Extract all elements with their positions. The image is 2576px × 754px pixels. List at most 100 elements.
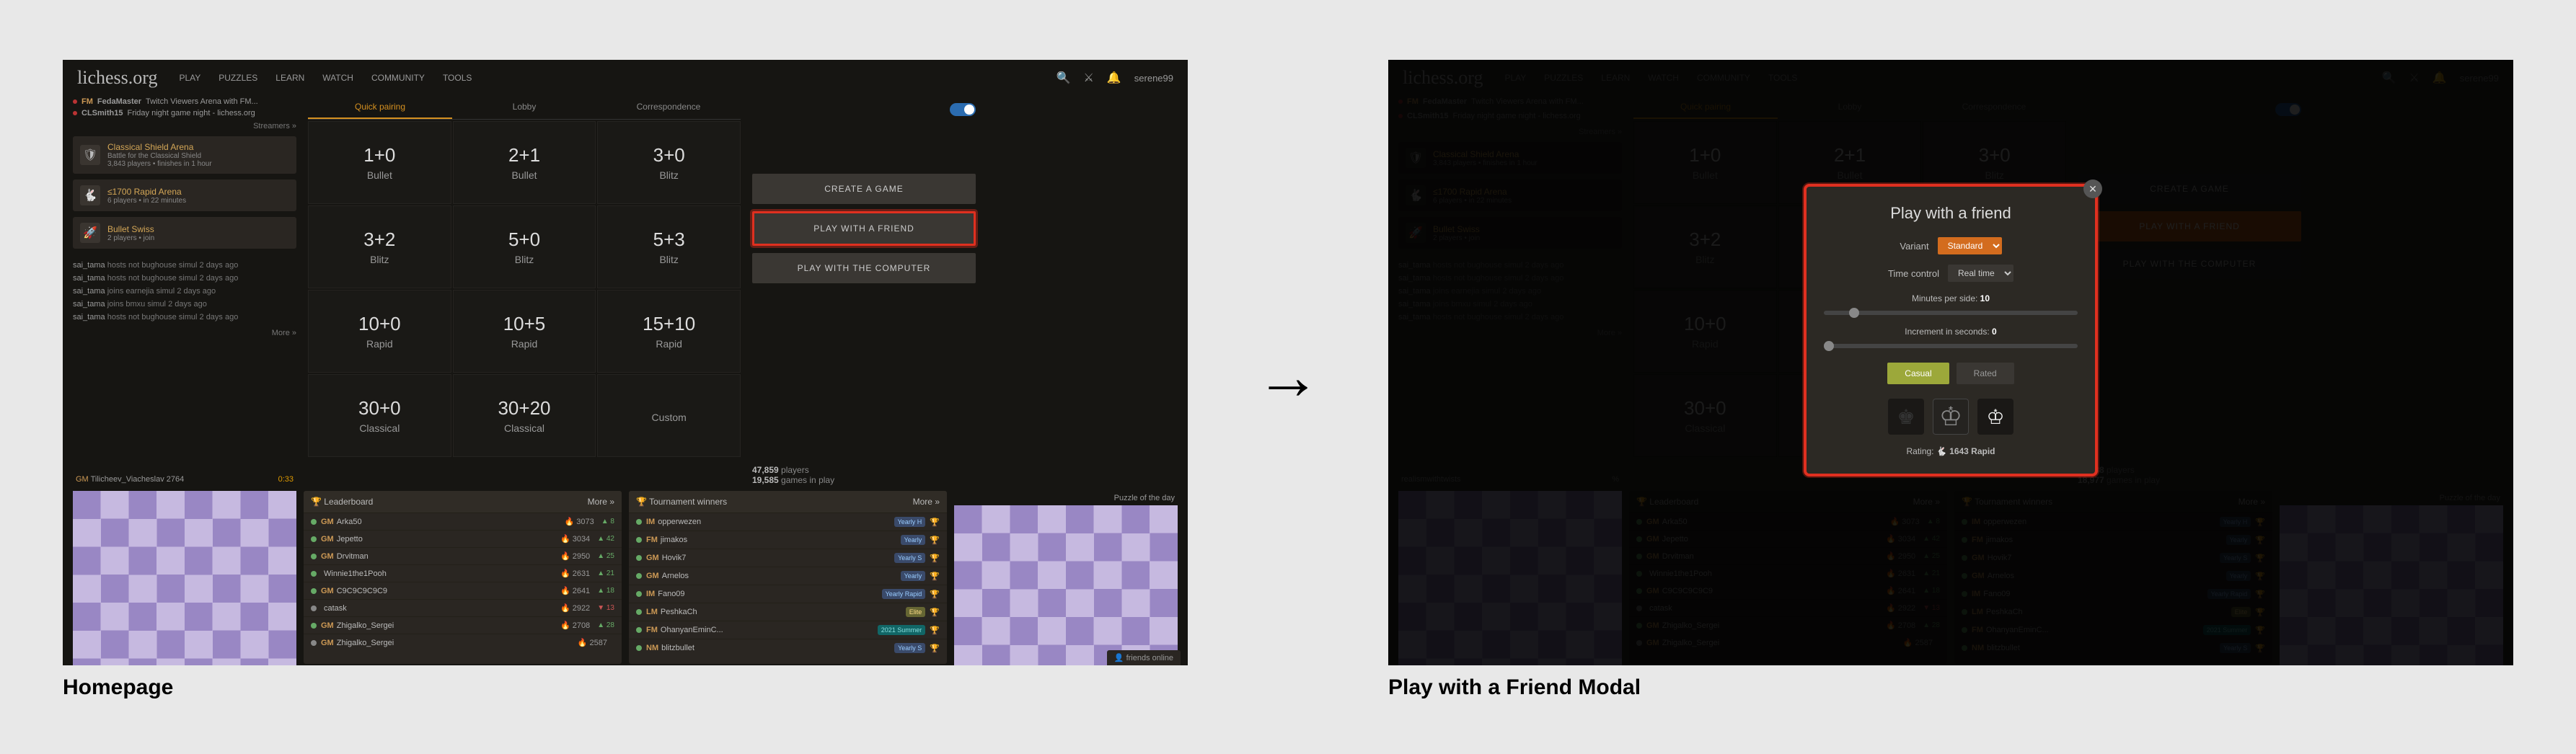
- main-nav: PLAY PUZZLES LEARN WATCH COMMUNITY TOOLS: [179, 73, 472, 83]
- leaderboard-row[interactable]: GMC9C9C9C9C9🔥 2641▲ 18: [304, 582, 622, 599]
- casual-button[interactable]: Casual: [1887, 363, 1949, 384]
- nav-watch[interactable]: WATCH: [322, 73, 353, 83]
- play-with-friend-button[interactable]: PLAY WITH A FRIEND: [752, 211, 976, 246]
- rocket-icon: 🚀: [80, 223, 100, 243]
- variant-select[interactable]: Standard: [1938, 237, 2002, 254]
- left-sidebar: FMFedaMaster Twitch Viewers Arena with F…: [73, 96, 296, 485]
- leaderboard-row[interactable]: catask🔥 2922▼ 13: [304, 599, 622, 616]
- username[interactable]: serene99: [1134, 73, 1173, 84]
- winner-row[interactable]: IMopperwezenYearly H🏆: [629, 513, 947, 531]
- site-stats: 47,859 players 19,585 games in play: [752, 465, 976, 485]
- leaderboard-row[interactable]: GMJepetto🔥 3034▲ 42: [304, 530, 622, 547]
- timeline-more[interactable]: More »: [73, 327, 296, 340]
- winner-row[interactable]: FMjimakosYearly🏆: [629, 531, 947, 549]
- pairing-cell[interactable]: 2+1Bullet: [453, 121, 596, 204]
- tournament-name: ≤1700 Rapid Arena: [107, 187, 186, 197]
- caption-left: Homepage: [63, 675, 1188, 700]
- increment-label: Increment in seconds: 0: [1824, 327, 2078, 337]
- tournament-desc: Battle for the Classical Shield: [107, 152, 212, 160]
- winner-row[interactable]: NMblitzbulletYearly S🏆: [629, 639, 947, 657]
- bell-icon[interactable]: 🔔: [1107, 71, 1121, 85]
- clock: 0:33: [278, 475, 294, 484]
- winner-row[interactable]: IMFano09Yearly Rapid🏆: [629, 585, 947, 603]
- pairing-cell[interactable]: 10+5Rapid: [453, 290, 596, 373]
- color-white-button[interactable]: ♔: [1977, 399, 2013, 435]
- nav-tools[interactable]: TOOLS: [443, 73, 472, 83]
- close-icon[interactable]: ✕: [2083, 179, 2102, 198]
- color-black-button[interactable]: ♚: [1888, 399, 1924, 435]
- increment-slider[interactable]: [1824, 344, 2078, 348]
- leaderboard-row[interactable]: GMZhigalko_Sergei🔥 2587: [304, 634, 622, 651]
- winner-row[interactable]: FMOhanyanEminC...2021 Summer🏆: [629, 621, 947, 639]
- quick-pairing-grid: 1+0Bullet2+1Bullet3+0Blitz 3+2Blitz5+0Bli…: [308, 121, 741, 457]
- center-lobby: Quick pairing Lobby Correspondence 1+0Bu…: [308, 96, 741, 485]
- featured-game[interactable]: GM Tilicheev_Viacheslav 27640:33: [73, 491, 296, 664]
- pairing-cell[interactable]: Custom: [597, 374, 741, 457]
- leaderboard-row[interactable]: GMDrvitman🔥 2950▲ 25: [304, 547, 622, 564]
- nav-puzzles[interactable]: PUZZLES: [219, 73, 257, 83]
- leaderboard-box: 🏆 LeaderboardMore » GMArka50🔥 3073▲ 8GMJ…: [304, 491, 622, 664]
- leaderboard-row[interactable]: GMZhigalko_Sergei🔥 2708▲ 28: [304, 616, 622, 634]
- timeline-item[interactable]: sai_tama joins bmxu simul 2 days ago: [73, 298, 296, 311]
- sound-toggle[interactable]: [950, 103, 976, 116]
- right-sidebar: CREATE A GAME PLAY WITH A FRIEND PLAY WI…: [752, 96, 976, 485]
- timeline-item[interactable]: sai_tama hosts not bughouse simul 2 days…: [73, 259, 296, 272]
- streamers-link[interactable]: Streamers »: [73, 122, 296, 130]
- tab-quick-pairing[interactable]: Quick pairing: [308, 96, 452, 119]
- rating-display: Rating: 🐇 1643 Rapid: [1824, 446, 2078, 456]
- leaderboard-row[interactable]: Winnie1the1Pooh🔥 2631▲ 21: [304, 564, 622, 582]
- streamer-row[interactable]: FMFedaMaster Twitch Viewers Arena with F…: [73, 96, 296, 107]
- winner-row[interactable]: GMHovik7Yearly S🏆: [629, 549, 947, 567]
- play-with-computer-button[interactable]: PLAY WITH THE COMPUTER: [752, 253, 976, 283]
- create-game-button[interactable]: CREATE A GAME: [752, 174, 976, 204]
- timeline-item[interactable]: sai_tama hosts not bughouse simul 2 days…: [73, 311, 296, 324]
- pairing-cell[interactable]: 30+20Classical: [453, 374, 596, 457]
- tournament-box[interactable]: 🛡Classical Shield ArenaBattle for the Cl…: [73, 136, 296, 174]
- player-name: Tilicheev_Viacheslav: [91, 475, 164, 484]
- pairing-cell[interactable]: 5+0Blitz: [453, 205, 596, 288]
- nav-community[interactable]: COMMUNITY: [371, 73, 425, 83]
- tab-lobby[interactable]: Lobby: [452, 96, 596, 119]
- winners-title: Tournament winners: [649, 497, 727, 507]
- pairing-cell[interactable]: 3+0Blitz: [597, 121, 741, 204]
- timeline-item[interactable]: sai_tama joins earnejia simul 2 days ago: [73, 285, 296, 298]
- minutes-label: Minutes per side: 10: [1824, 293, 2078, 303]
- pairing-cell[interactable]: 15+10Rapid: [597, 290, 741, 373]
- pairing-cell[interactable]: 5+3Blitz: [597, 205, 741, 288]
- puzzle-of-day[interactable]: Puzzle of the day: [954, 491, 1178, 664]
- tournament-box[interactable]: 🐇≤1700 Rapid Arena6 players • in 22 minu…: [73, 179, 296, 211]
- pairing-cell[interactable]: 10+0Rapid: [308, 290, 451, 373]
- chess-board: [73, 491, 296, 665]
- logo[interactable]: lichess.org: [77, 67, 157, 89]
- minutes-slider[interactable]: [1824, 311, 2078, 315]
- tab-correspondence[interactable]: Correspondence: [596, 96, 741, 119]
- streamer-desc: Twitch Viewers Arena with FM...: [146, 97, 258, 106]
- pairing-cell[interactable]: 30+0Classical: [308, 374, 451, 457]
- winners-more[interactable]: More »: [913, 497, 940, 507]
- variant-label: Variant: [1900, 241, 1928, 252]
- pairing-cell[interactable]: 1+0Bullet: [308, 121, 451, 204]
- winner-row[interactable]: LMPeshkaChElite🏆: [629, 603, 947, 621]
- timeline: sai_tama hosts not bughouse simul 2 days…: [73, 259, 296, 340]
- friends-online[interactable]: 👤 friends online: [1107, 650, 1181, 665]
- challenge-icon[interactable]: ⚔: [1084, 71, 1094, 85]
- winner-row[interactable]: GMArnelosYearly🏆: [629, 567, 947, 585]
- live-dot-icon: [73, 99, 77, 104]
- timeline-item[interactable]: sai_tama hosts not bughouse simul 2 days…: [73, 272, 296, 285]
- tournament-box[interactable]: 🚀Bullet Swiss2 players • join: [73, 217, 296, 249]
- time-control-label: Time control: [1888, 268, 1939, 279]
- leaderboard-more[interactable]: More »: [588, 497, 614, 507]
- leaderboard-row[interactable]: GMArka50🔥 3073▲ 8: [304, 513, 622, 530]
- time-control-select[interactable]: Real time: [1948, 265, 2013, 282]
- search-icon[interactable]: 🔍: [1057, 71, 1071, 85]
- shield-icon: 🛡: [80, 145, 100, 165]
- streamer-row[interactable]: CLSmith15 Friday night game night - lich…: [73, 107, 296, 119]
- rated-button[interactable]: Rated: [1957, 363, 2014, 384]
- color-random-button[interactable]: ♔: [1933, 399, 1969, 435]
- nav-learn[interactable]: LEARN: [275, 73, 304, 83]
- streamer-desc: Friday night game night - lichess.org: [127, 109, 255, 117]
- pairing-cell[interactable]: 3+2Blitz: [308, 205, 451, 288]
- play-with-friend-modal: ✕ Play with a friend VariantStandard Tim…: [1807, 187, 2095, 474]
- nav-play[interactable]: PLAY: [179, 73, 200, 83]
- chess-board: [954, 505, 1178, 665]
